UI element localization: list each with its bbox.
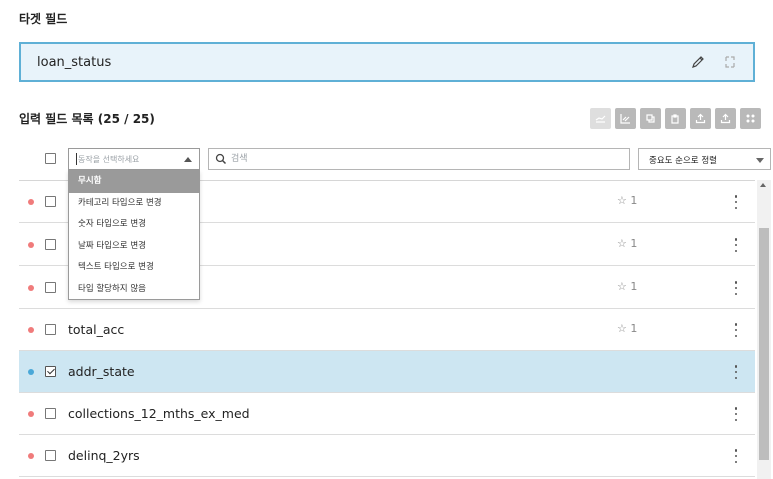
dropdown-option-categorical[interactable]: 카테고리 타입으로 변경 <box>69 193 199 215</box>
grid-icon[interactable] <box>740 108 761 129</box>
list-item[interactable]: total_acc ☆ 1 <box>19 309 755 351</box>
paste-icon[interactable] <box>665 108 686 129</box>
importance-star[interactable]: ☆ 1 <box>617 237 637 250</box>
field-name: addr_state <box>68 364 135 379</box>
status-dot <box>28 199 34 205</box>
status-dot <box>28 242 34 248</box>
field-name: total_acc <box>68 322 125 337</box>
export-icon[interactable] <box>715 108 736 129</box>
input-fields-title: 입력 필드 목록 (25 / 25) <box>19 112 155 126</box>
chevron-down-icon <box>756 158 764 163</box>
scatter-icon[interactable] <box>615 108 636 129</box>
list-scrollbar[interactable] <box>757 180 771 479</box>
dropdown-option-unassigned[interactable]: 타입 할당하지 않음 <box>69 279 199 301</box>
more-options-icon[interactable] <box>731 321 741 339</box>
select-all-checkbox[interactable] <box>45 153 56 164</box>
status-dot <box>28 327 34 333</box>
dropdown-option-text[interactable]: 텍스트 타입으로 변경 <box>69 257 199 279</box>
search-icon <box>215 153 227 165</box>
row-checkbox[interactable] <box>45 282 56 293</box>
copy-icon[interactable] <box>640 108 661 129</box>
row-checkbox[interactable] <box>45 366 56 377</box>
reset-icon[interactable] <box>721 53 739 71</box>
status-dot <box>28 453 34 459</box>
status-dot <box>28 411 34 417</box>
more-options-icon[interactable] <box>731 193 741 211</box>
sort-select[interactable]: 중요도 순으로 정렬 <box>638 148 771 170</box>
more-options-icon[interactable] <box>731 405 741 423</box>
text-cursor <box>76 153 77 165</box>
action-select[interactable]: 동작을 선택하세요 <box>68 148 200 170</box>
search-input[interactable] <box>231 151 611 167</box>
row-checkbox[interactable] <box>45 324 56 335</box>
dropdown-option-ignore[interactable]: 무시함 <box>69 171 199 193</box>
row-checkbox[interactable] <box>45 239 56 250</box>
action-select-placeholder: 동작을 선택하세요 <box>78 155 140 164</box>
row-checkbox[interactable] <box>45 408 56 419</box>
scroll-up-icon[interactable] <box>760 183 766 187</box>
more-options-icon[interactable] <box>731 363 741 381</box>
scrollbar-thumb[interactable] <box>759 228 769 460</box>
more-options-icon[interactable] <box>731 236 741 254</box>
importance-star[interactable]: ☆ 1 <box>617 194 637 207</box>
list-item[interactable]: addr_state <box>19 351 755 393</box>
chart-icon[interactable] <box>590 108 611 129</box>
target-field-title: 타겟 필드 <box>19 12 68 26</box>
row-checkbox[interactable] <box>45 196 56 207</box>
search-field[interactable] <box>208 148 630 170</box>
upload-icon[interactable] <box>690 108 711 129</box>
dropdown-option-date[interactable]: 날짜 타입으로 변경 <box>69 236 199 258</box>
status-dot <box>28 285 34 291</box>
dropdown-option-numeric[interactable]: 숫자 타입으로 변경 <box>69 214 199 236</box>
caret-up-icon <box>184 157 192 162</box>
more-options-icon[interactable] <box>731 447 741 465</box>
sort-select-label: 중요도 순으로 정렬 <box>649 156 717 166</box>
list-item[interactable]: delinq_2yrs <box>19 435 755 477</box>
target-field-box[interactable]: loan_status <box>19 42 755 82</box>
list-item[interactable]: collections_12_mths_ex_med <box>19 393 755 435</box>
importance-star[interactable]: ☆ 1 <box>617 280 637 293</box>
status-dot <box>28 369 34 375</box>
row-checkbox[interactable] <box>45 450 56 461</box>
more-options-icon[interactable] <box>731 279 741 297</box>
field-name: delinq_2yrs <box>68 448 140 463</box>
importance-star[interactable]: ☆ 1 <box>617 322 637 335</box>
pencil-icon[interactable] <box>689 53 707 71</box>
target-field-value: loan_status <box>37 54 112 70</box>
action-dropdown-menu: 무시함 카테고리 타입으로 변경 숫자 타입으로 변경 날짜 타입으로 변경 텍… <box>68 170 200 300</box>
field-toolbar <box>590 108 761 129</box>
field-name: collections_12_mths_ex_med <box>68 406 250 421</box>
